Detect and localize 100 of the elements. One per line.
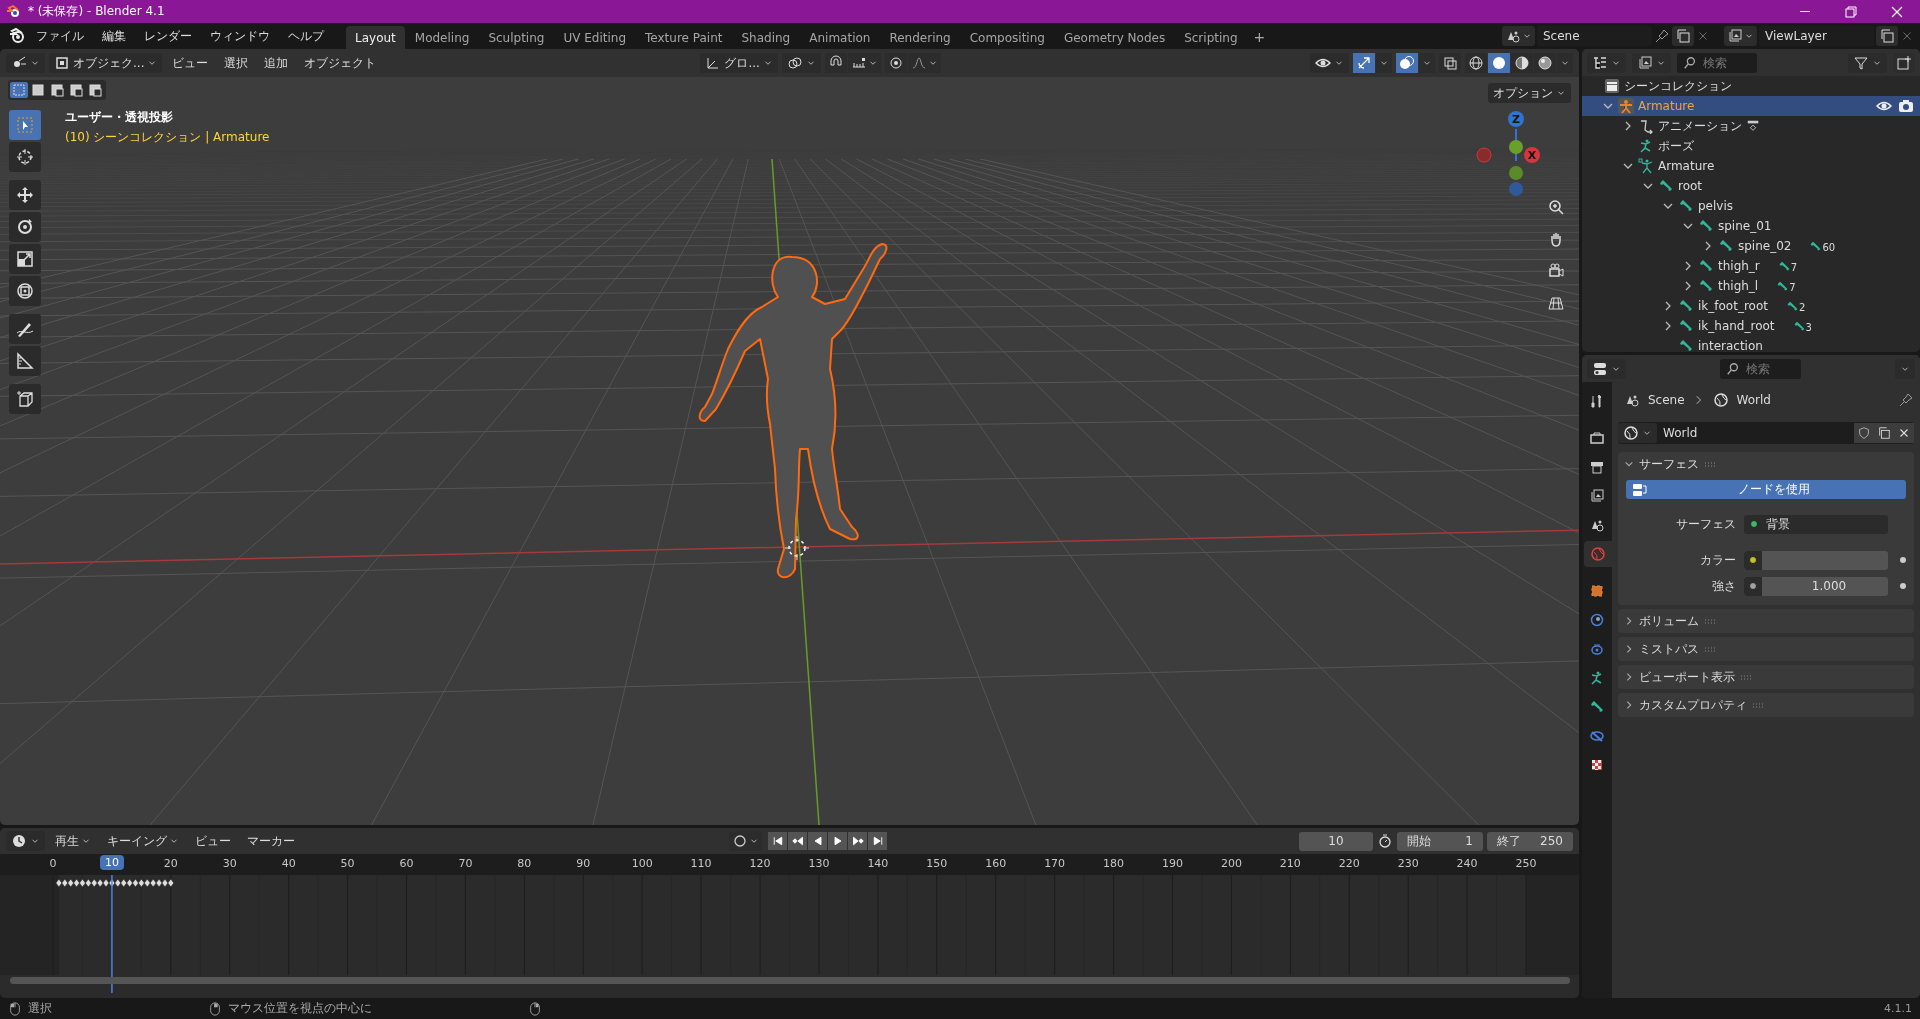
workspace-tab[interactable]: Geometry Nodes (1054, 26, 1175, 49)
menu-item[interactable]: ヘルプ (280, 24, 332, 48)
frame-tick-label: 200 (1220, 857, 1242, 870)
frame-tick-label: 170 (1044, 857, 1066, 870)
tree-item-label[interactable]: thigh_r (1718, 259, 1760, 273)
header-menu[interactable]: キーイング (101, 830, 185, 852)
tree-row[interactable]: ik_hand_root 3 (1582, 316, 1920, 336)
tree-item-label[interactable]: spine_01 (1718, 219, 1772, 233)
panel-header[interactable]: ビューポート表示 (1618, 665, 1914, 689)
panel-title: ボリューム (1639, 612, 1699, 630)
frame-tick-label: 210 (1279, 857, 1301, 870)
panel-header[interactable]: ミストパス (1618, 637, 1914, 661)
header-menu[interactable]: オブジェクト (298, 52, 383, 74)
options-dropdown[interactable]: オプション (1488, 83, 1571, 103)
workspace-tab[interactable]: Scripting (1175, 26, 1247, 49)
use-nodes-button[interactable]: ノードを使用 (1626, 480, 1906, 499)
frame-tick-label: 220 (1338, 857, 1360, 870)
tree-item-label[interactable]: ik_foot_root (1698, 299, 1768, 313)
shader-field[interactable]: 背景 (1744, 514, 1888, 534)
playhead-frame[interactable]: 10 (99, 855, 124, 870)
end-frame-field[interactable]: 終了 250 (1487, 831, 1573, 851)
child-count: 60 (1822, 241, 1836, 253)
workspace-tab[interactable]: Layout (346, 26, 405, 49)
view-context: (10) シーンコレクション | Armature (65, 129, 270, 146)
panel-header[interactable]: ボリューム (1618, 609, 1914, 633)
workspace-tab[interactable]: Rendering (880, 26, 960, 49)
panel-header[interactable]: カスタムプロパティ (1618, 693, 1914, 717)
tree-row[interactable]: ik_foot_root 2 (1582, 296, 1920, 316)
frame-tick-label: 70 (458, 857, 473, 870)
properties-search-field[interactable]: 検索 (1719, 358, 1802, 379)
workspace-tab[interactable]: Compositing (960, 26, 1054, 49)
workspace-tab[interactable]: Sculpting (479, 26, 554, 49)
breadcrumb-item: World (1736, 393, 1771, 407)
menu-item[interactable]: ファイル (28, 24, 92, 48)
tree-row[interactable]: pelvis (1582, 196, 1920, 216)
frame-tick-label: 60 (399, 857, 414, 870)
scene-collection-label[interactable]: シーンコレクション (1624, 77, 1732, 95)
number-field[interactable]: 1.000 (1744, 576, 1888, 596)
start-frame-field[interactable]: 開始 1 (1397, 831, 1483, 851)
workspace-tab[interactable]: Animation (800, 26, 880, 49)
header-menu[interactable]: ビュー (189, 830, 237, 852)
tree-item-label[interactable]: pelvis (1698, 199, 1734, 213)
status-hint: マウス位置を視点の中心に (228, 1000, 372, 1017)
field-label: カラー (1699, 551, 1736, 569)
tree-row[interactable]: thigh_r 7 (1582, 256, 1920, 276)
tree-row[interactable]: ポーズ (1582, 136, 1920, 156)
menu-item[interactable]: 編集 (94, 24, 134, 48)
tree-row[interactable]: interaction (1582, 336, 1920, 352)
child-count: 3 (1805, 321, 1812, 333)
menu-item[interactable]: ウィンドウ (202, 24, 278, 48)
frame-tick-label: 230 (1397, 857, 1419, 870)
orientation-dropdown[interactable]: グロ... (700, 53, 778, 73)
tree-item-label[interactable]: Armature (1638, 99, 1695, 113)
current-frame-field[interactable]: 10 (1299, 831, 1373, 851)
child-count: 2 (1798, 301, 1806, 313)
outliner-search-field[interactable]: 検索 (1677, 52, 1757, 73)
header-menu[interactable]: 再生 (49, 830, 97, 852)
tree-item-label[interactable]: Armature (1658, 159, 1715, 173)
tree-item-label[interactable]: アニメーション (1658, 117, 1742, 135)
frame-tick-label: 240 (1456, 857, 1478, 870)
axis-handle[interactable]: Z (1508, 111, 1524, 127)
menu-item[interactable]: レンダー (136, 24, 200, 48)
panel-title: ミストパス (1639, 640, 1699, 658)
tree-item-label[interactable]: spine_02 (1738, 239, 1792, 253)
header-menu[interactable]: 選択 (218, 52, 255, 74)
navigation-gizmo[interactable]: Z X (1471, 109, 1541, 209)
workspace-tab[interactable]: UV Editing (554, 26, 636, 49)
view-name: ユーザー・透視投影 (65, 109, 174, 126)
tree-row[interactable]: root (1582, 176, 1920, 196)
panel-title: カスタムプロパティ (1639, 696, 1747, 714)
add-workspace-button[interactable]: + (1247, 25, 1272, 49)
scene-field[interactable]: Scene (1537, 26, 1652, 46)
tree-item-label[interactable]: root (1678, 179, 1703, 193)
frame-tick-label: 130 (808, 857, 830, 870)
header-menu[interactable]: マーカー (241, 830, 301, 852)
panel-header[interactable]: サーフェス (1618, 452, 1914, 476)
workspace-tab[interactable]: Modeling (405, 26, 479, 49)
tree-row[interactable]: アニメーション (1582, 116, 1920, 136)
frame-tick-label: 30 (222, 857, 237, 870)
tree-row[interactable]: Armature (1582, 156, 1920, 176)
workspace-tab[interactable]: Shading (732, 26, 800, 49)
tree-row[interactable]: spine_01 (1582, 216, 1920, 236)
tree-row[interactable]: spine_02 60 (1582, 236, 1920, 256)
tree-item-label[interactable]: ik_hand_root (1698, 319, 1775, 333)
world-datablock-field[interactable]: World (1618, 422, 1914, 444)
tree-item-label[interactable]: ポーズ (1658, 137, 1694, 155)
header-menu[interactable]: ビュー (166, 52, 215, 74)
tree-row[interactable]: thigh_l 7 (1582, 276, 1920, 296)
workspace-tab[interactable]: Texture Paint (636, 26, 732, 49)
frame-tick-label: 250 (1515, 857, 1537, 870)
world-name[interactable]: World (1657, 426, 1854, 440)
mode-dropdown[interactable]: オブジェク... (49, 53, 163, 73)
view-layer-field[interactable]: ViewLayer (1759, 26, 1874, 46)
header-menu[interactable]: 追加 (258, 52, 295, 74)
tree-item-label[interactable]: interaction (1698, 339, 1763, 352)
frame-tick-label: 160 (985, 857, 1007, 870)
frame-tick-label: 100 (631, 857, 653, 870)
tree-item-label[interactable]: thigh_l (1718, 279, 1759, 293)
tree-row[interactable]: Armature (1582, 96, 1920, 116)
version-label: 4.1.1 (1884, 1002, 1912, 1015)
